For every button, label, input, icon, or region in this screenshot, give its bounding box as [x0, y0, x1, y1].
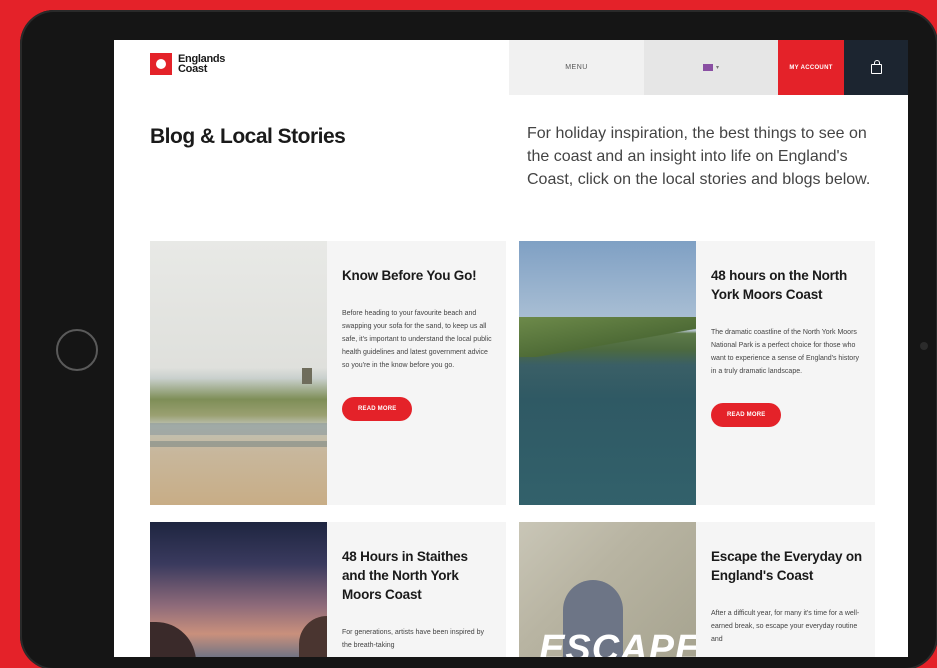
basket-button[interactable]: [844, 40, 908, 95]
card-image-coastline[interactable]: [519, 241, 696, 505]
card-text: After a difficult year, for many it's ti…: [711, 610, 860, 643]
home-button-icon[interactable]: [56, 329, 98, 371]
logo-mark-icon: [150, 53, 172, 75]
card-image-escape[interactable]: ESCAPE: [519, 522, 696, 657]
story-card[interactable]: 48 Hours in Staithes and the North York …: [150, 522, 506, 657]
card-title[interactable]: 48 Hours in Staithes and the North York …: [342, 547, 494, 604]
card-body: 48 Hours in Staithes and the North York …: [342, 547, 494, 652]
story-card[interactable]: ESCAPE Escape the Everyday on England's …: [519, 522, 875, 657]
rock-shape: [150, 622, 196, 657]
card-title[interactable]: Escape the Everyday on England's Coast: [711, 547, 863, 585]
camera-icon: [920, 342, 928, 350]
flag-icon: [702, 64, 713, 71]
shore-shape: [150, 423, 327, 435]
card-image-staithes-dusk[interactable]: [150, 522, 327, 657]
logo-text: Englands Coast: [178, 53, 226, 75]
cliff-shape: [519, 317, 696, 357]
rock-shape: [299, 616, 327, 657]
site-header: Englands Coast MENU ▾ MY ACCOUNT: [114, 40, 908, 95]
card-body: Escape the Everyday on England's Coast A…: [711, 547, 863, 646]
card-title[interactable]: 48 hours on the North York Moors Coast: [711, 266, 863, 304]
card-text: For generations, artists have been inspi…: [342, 629, 485, 649]
page-intro: For holiday inspiration, the best things…: [527, 125, 871, 188]
menu-button[interactable]: MENU: [509, 40, 644, 95]
my-account-button[interactable]: MY ACCOUNT: [778, 40, 844, 95]
read-more-button[interactable]: READ MORE: [711, 403, 782, 427]
language-selector[interactable]: ▾: [644, 40, 778, 95]
shore-shape: [150, 441, 327, 447]
card-body: 48 hours on the North York Moors Coast T…: [711, 266, 863, 427]
card-image-castle-beach[interactable]: [150, 241, 327, 505]
site-logo[interactable]: Englands Coast: [150, 53, 228, 75]
story-card[interactable]: Know Before You Go! Before heading to yo…: [150, 241, 506, 505]
website-screen: Englands Coast MENU ▾ MY ACCOUNT Blog & …: [114, 40, 908, 657]
story-card[interactable]: 48 hours on the North York Moors Coast T…: [519, 241, 875, 505]
shopping-bag-icon: [870, 60, 882, 74]
card-text: The dramatic coastline of the North York…: [711, 329, 860, 375]
page-title: Blog & Local Stories: [150, 125, 346, 148]
read-more-button[interactable]: READ MORE: [342, 397, 413, 421]
card-text: Before heading to your favourite beach a…: [342, 310, 492, 369]
image-overlay-text: ESCAPE: [539, 628, 696, 657]
card-body: Know Before You Go! Before heading to yo…: [342, 266, 494, 421]
header-nav: MENU ▾ MY ACCOUNT: [509, 40, 908, 95]
castle-tower-shape: [302, 368, 312, 384]
tablet-frame: Englands Coast MENU ▾ MY ACCOUNT Blog & …: [20, 10, 937, 668]
card-title[interactable]: Know Before You Go!: [342, 266, 494, 285]
chevron-down-icon: ▾: [715, 65, 719, 71]
